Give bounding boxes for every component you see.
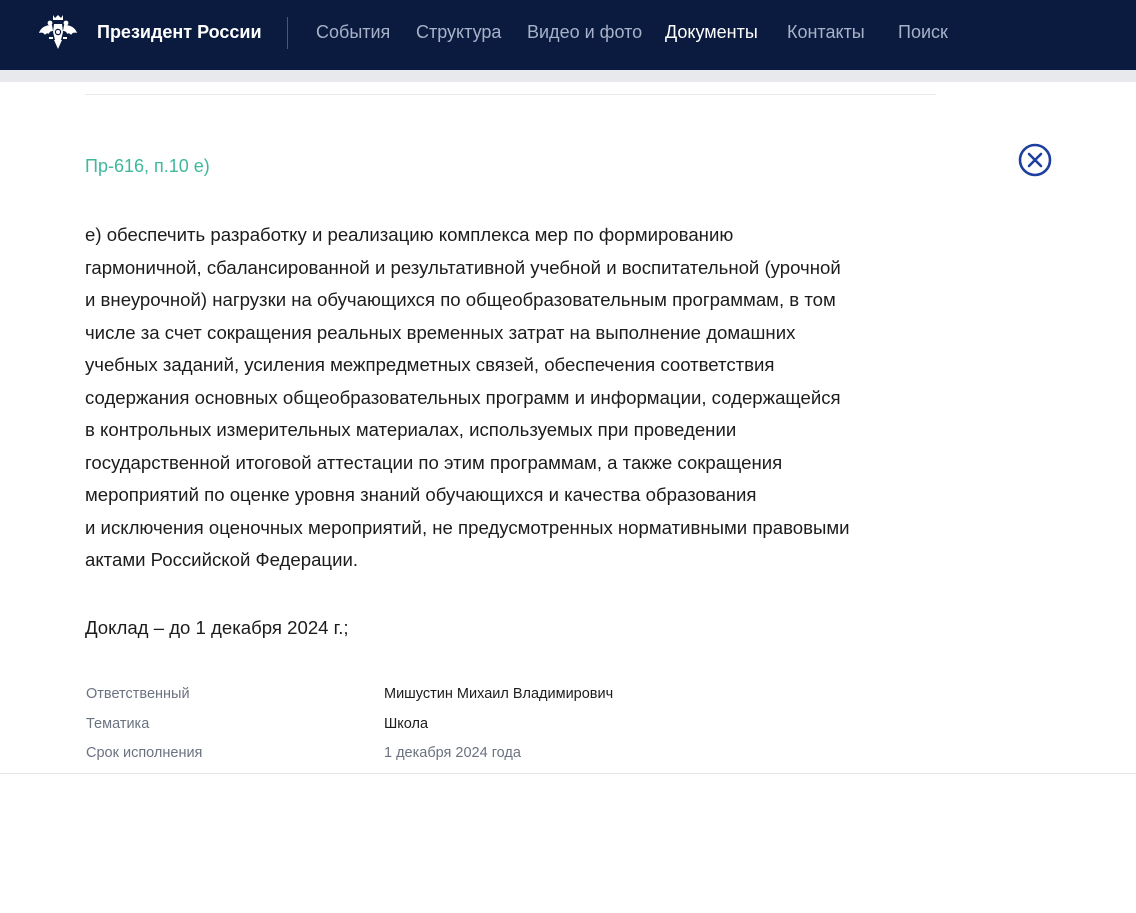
nav-item-contacts[interactable]: Контакты <box>787 21 865 43</box>
nav-item-documents[interactable]: Документы <box>665 21 758 43</box>
nav-item-search[interactable]: Поиск <box>898 21 948 43</box>
instruction-line: государственной итоговой аттестации по э… <box>85 451 783 473</box>
instruction-line: учебных заданий, усиления межпредметных … <box>85 354 775 375</box>
instruction-reference: Пр-616, п.10 е) <box>85 156 210 176</box>
site-title[interactable]: Президент России <box>97 21 262 43</box>
instruction-line: в контрольных измерительных материалах, … <box>85 419 737 440</box>
instruction-line: гармоничной, сбалансированной и результа… <box>85 256 841 278</box>
instruction-line: содержания основных общеобразовательных … <box>85 386 841 408</box>
instruction-panel: Пр-616, п.10 е) е) обеспечить разработку… <box>0 82 1136 774</box>
nav-item-video-photo[interactable]: Видео и фото <box>527 21 642 43</box>
nav-item-events[interactable]: События <box>316 21 390 43</box>
instruction-line: и внеурочной) нагрузки на обучающихся по… <box>85 289 836 310</box>
instruction-line: мероприятий по оценке уровня знаний обуч… <box>85 484 757 505</box>
instruction-line: числе за счет сокращения реальных времен… <box>85 321 796 343</box>
meta-value-due-date: 1 декабря 2024 года <box>384 745 521 761</box>
meta-value-topic[interactable]: Школа <box>384 714 428 734</box>
instruction-line: и исключения оценочных мероприятий, не п… <box>85 516 850 538</box>
instruction-line: е) обеспечить разработку и реализацию ко… <box>85 224 734 245</box>
close-button[interactable] <box>1017 142 1053 178</box>
header-divider <box>287 17 288 49</box>
double-headed-eagle-icon[interactable] <box>38 13 78 51</box>
report-deadline: Доклад – до 1 декабря 2024 г.; <box>85 617 349 638</box>
meta-label: Ответственный <box>86 686 190 702</box>
meta-label: Тематика <box>86 715 150 732</box>
divider <box>85 94 936 95</box>
page-background-band <box>0 70 1136 82</box>
meta-value-responsible[interactable]: Мишустин Михаил Владимирович <box>384 684 613 704</box>
instruction-text: е) обеспечить разработку и реализацию ко… <box>85 219 945 577</box>
meta-label: Срок исполнения <box>86 745 203 761</box>
close-circle-icon <box>1018 143 1052 177</box>
nav-item-structure[interactable]: Структура <box>416 21 501 43</box>
top-navigation-bar: Президент России События Структура Видео… <box>0 0 1136 70</box>
instruction-line: актами Российской Федерации. <box>85 549 359 570</box>
